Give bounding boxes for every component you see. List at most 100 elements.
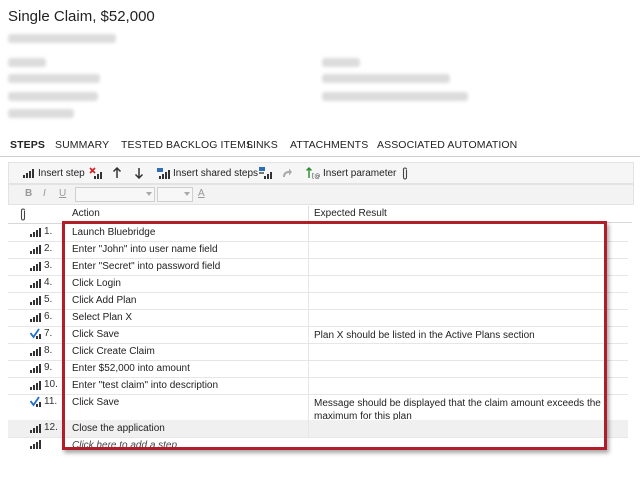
table-row[interactable]: 7. Click Save Plan X should be listed in t… — [8, 326, 628, 344]
step-action[interactable]: Launch Bluebridge — [72, 227, 308, 238]
redo-arrow-icon — [283, 168, 292, 177]
table-row[interactable]: 4. Click Login — [8, 275, 628, 293]
column-divider — [308, 394, 309, 420]
table-row[interactable]: 10. Enter "test claim" into description — [8, 377, 628, 395]
step-number-label: 4. — [44, 277, 53, 288]
blurred-field-state — [8, 92, 98, 101]
insert-parameter-label: Insert parameter — [323, 167, 397, 179]
font-color-button[interactable]: A — [198, 188, 205, 199]
step-number: 6. — [30, 311, 68, 322]
step-number: 8. — [30, 345, 68, 356]
attach-button[interactable] — [401, 166, 409, 180]
blurred-field-assigned — [8, 74, 100, 83]
step-action[interactable]: Click Create Claim — [72, 346, 308, 357]
step-number-label: 8. — [44, 345, 53, 356]
step-number — [30, 439, 68, 449]
move-step-down-button[interactable] — [134, 166, 144, 180]
add-step-row[interactable]: Click here to add a step — [8, 437, 628, 454]
table-row[interactable]: 8. Click Create Claim — [8, 343, 628, 361]
svg-text:[@]: [@] — [312, 173, 320, 179]
validate-check-icon — [30, 328, 41, 339]
step-expected-result[interactable]: Plan X should be listed in the Active Pl… — [314, 329, 614, 342]
step-action[interactable]: Click Save — [72, 397, 308, 408]
tab-tested-backlog-items[interactable]: TESTED BACKLOG ITEMS — [121, 139, 253, 151]
step-action[interactable]: Close the application — [72, 423, 308, 434]
bold-button[interactable]: B — [25, 188, 32, 199]
delete-step-icon — [89, 167, 102, 179]
column-divider — [308, 275, 309, 292]
chevron-down-icon — [146, 192, 152, 196]
italic-button[interactable]: I — [43, 188, 46, 199]
tab-associated-automation[interactable]: ASSOCIATED AUTOMATION — [377, 139, 517, 151]
tab-links[interactable]: LINKS — [247, 139, 278, 151]
font-size-dropdown[interactable] — [157, 187, 193, 202]
step-number: 12. — [30, 422, 68, 433]
steps-toolbar: Insert step Insert shared steps [@] Inse… — [8, 162, 634, 184]
delete-step-button[interactable] — [89, 166, 103, 180]
table-row[interactable]: 5. Click Add Plan — [8, 292, 628, 310]
add-step-link[interactable]: Click here to add a step — [72, 440, 177, 451]
step-action[interactable]: Select Plan X — [72, 312, 308, 323]
step-bars-icon — [30, 363, 41, 373]
validate-check-icon — [30, 396, 41, 407]
step-number-label: 2. — [44, 243, 53, 254]
insert-shared-steps-button[interactable]: Insert shared steps — [157, 166, 258, 180]
column-divider — [308, 309, 309, 326]
step-action[interactable]: Enter "Secret" into password field — [72, 261, 308, 272]
step-number: 10. — [30, 379, 68, 390]
expected-result-column-header[interactable]: Expected Result — [308, 206, 632, 223]
underline-button[interactable]: U — [59, 188, 66, 199]
arrow-up-icon — [112, 167, 122, 178]
blurred-section-heading-right — [322, 58, 360, 67]
column-divider — [308, 292, 309, 309]
step-number-label: 9. — [44, 362, 53, 373]
create-shared-steps-button[interactable] — [259, 166, 273, 180]
font-family-dropdown[interactable] — [75, 187, 155, 202]
create-shared-steps-icon — [259, 167, 272, 179]
table-row[interactable]: 9. Enter $52,000 into amount — [8, 360, 628, 378]
insert-step-button[interactable]: Insert step — [23, 166, 85, 180]
step-number-label: 3. — [44, 260, 53, 271]
blurred-section-heading-left — [8, 58, 46, 67]
table-row[interactable]: 11. Click Save Message should be displayed… — [8, 394, 628, 422]
tab-steps[interactable]: STEPS — [10, 139, 45, 151]
step-action[interactable]: Enter "John" into user name field — [72, 244, 308, 255]
tab-summary[interactable]: SUMMARY — [55, 139, 109, 151]
step-action[interactable]: Enter "test claim" into description — [72, 380, 308, 391]
table-row[interactable]: 1. Launch Bluebridge — [8, 224, 628, 242]
step-number-label: 7. — [44, 328, 53, 339]
column-divider — [308, 241, 309, 258]
step-bars-icon — [30, 312, 41, 322]
table-row[interactable]: 2. Enter "John" into user name field — [8, 241, 628, 259]
action-column-header[interactable]: Action — [64, 206, 308, 223]
paperclip-icon — [20, 208, 26, 221]
step-number: 9. — [30, 362, 68, 373]
column-divider — [308, 420, 309, 437]
move-step-up-button[interactable] — [112, 166, 122, 180]
table-row[interactable]: 3. Enter "Secret" into password field — [8, 258, 628, 276]
arrow-down-icon — [134, 168, 144, 179]
step-bars-icon — [30, 227, 41, 237]
blurred-field-priority — [8, 109, 74, 118]
step-number-label: 11. — [44, 396, 58, 407]
insert-parameter-button[interactable]: [@] Insert parameter — [306, 166, 396, 180]
tab-attachments[interactable]: ATTACHMENTS — [290, 139, 368, 151]
column-divider — [308, 360, 309, 377]
redo-button[interactable] — [281, 166, 293, 180]
page-title: Single Claim, $52,000 — [8, 8, 155, 25]
step-action[interactable]: Click Add Plan — [72, 295, 308, 306]
step-action[interactable]: Click Save — [72, 329, 308, 340]
step-action[interactable]: Click Login — [72, 278, 308, 289]
column-divider — [308, 224, 309, 241]
table-row[interactable]: 6. Select Plan X — [8, 309, 628, 327]
step-bars-icon — [30, 261, 41, 271]
column-divider — [308, 326, 309, 343]
step-number-label: 12. — [44, 422, 58, 433]
blurred-field-automation — [322, 74, 450, 83]
shared-steps-icon — [157, 168, 170, 179]
step-number-label: 10. — [44, 379, 58, 390]
blurred-subtitle — [8, 34, 116, 43]
step-action[interactable]: Enter $52,000 into amount — [72, 363, 308, 374]
table-row[interactable]: 12. Close the application — [8, 420, 628, 438]
step-bars-icon — [23, 169, 34, 178]
